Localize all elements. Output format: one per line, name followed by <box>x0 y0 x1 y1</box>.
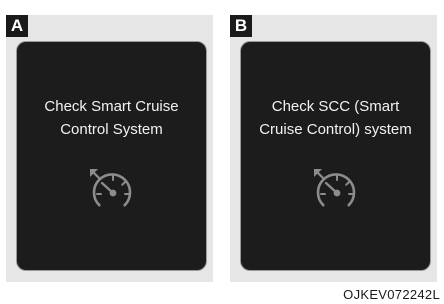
cruise-control-gauge-icon <box>90 169 132 207</box>
panel-b-message-line-1: Check SCC (Smart <box>271 98 400 115</box>
panel-a: A Check Smart Cruise Control System <box>6 15 213 282</box>
panel-a-message-line-1: Check Smart Cruise <box>44 98 179 115</box>
figure-code: OJKEV072242L <box>343 287 440 302</box>
cruise-control-gauge-icon <box>314 169 356 207</box>
panel-a-display: Check Smart Cruise Control System <box>16 41 207 271</box>
panel-b: B Check SCC (Smart Cruise Control) syste… <box>230 15 437 282</box>
panel-a-message-line-2: Control System <box>60 121 163 138</box>
panel-b-message-line-2: Cruise Control) system <box>259 121 412 138</box>
panel-b-warning-message: Check SCC (Smart Cruise Control) system <box>241 95 430 141</box>
panel-b-tag: B <box>230 15 252 37</box>
panel-a-tag: A <box>6 15 28 37</box>
panel-b-display: Check SCC (Smart Cruise Control) system <box>240 41 431 271</box>
panel-a-warning-message: Check Smart Cruise Control System <box>17 95 206 141</box>
